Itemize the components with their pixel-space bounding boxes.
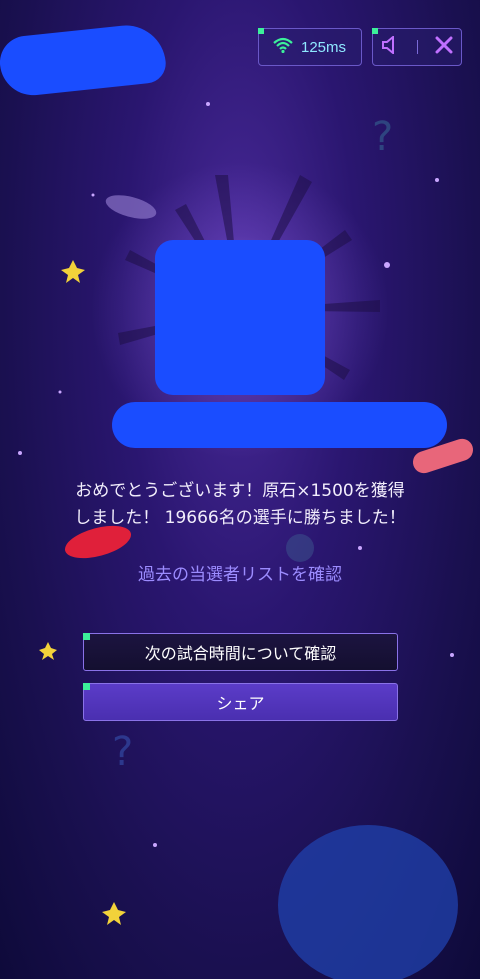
corner-accent <box>258 28 264 34</box>
result-message-line1: おめでとうございます！原石×1500を獲得 <box>75 481 405 501</box>
top-controls: 125ms <box>258 28 462 66</box>
divider <box>417 40 419 54</box>
corner-accent <box>83 683 90 690</box>
svg-text:?: ? <box>372 114 393 160</box>
corner-accent <box>83 633 90 640</box>
share-button-label: シェア <box>216 694 265 713</box>
speaker-icon[interactable] <box>381 34 401 58</box>
wifi-icon <box>273 37 293 57</box>
corner-accent <box>372 28 378 34</box>
next-match-button[interactable]: 次の試合時間について確認 <box>83 633 398 671</box>
close-icon[interactable] <box>435 36 453 58</box>
network-status: 125ms <box>258 28 362 66</box>
redacted-trophy-image <box>155 240 325 395</box>
share-button[interactable]: シェア <box>83 683 398 721</box>
ping-value: 125ms <box>301 38 347 56</box>
next-match-button-label: 次の試合時間について確認 <box>144 644 337 663</box>
result-message-line2: しました！ 19666名の選手に勝ちました！ <box>74 508 406 528</box>
svg-text:?: ? <box>112 729 133 775</box>
past-winners-link[interactable]: 過去の当選者リストを確認 <box>0 560 480 585</box>
result-message: おめでとうございます！原石×1500を獲得 しました！ 19666名の選手に勝ち… <box>20 478 460 532</box>
audio-close-controls <box>372 28 462 66</box>
redacted-title <box>112 402 447 448</box>
